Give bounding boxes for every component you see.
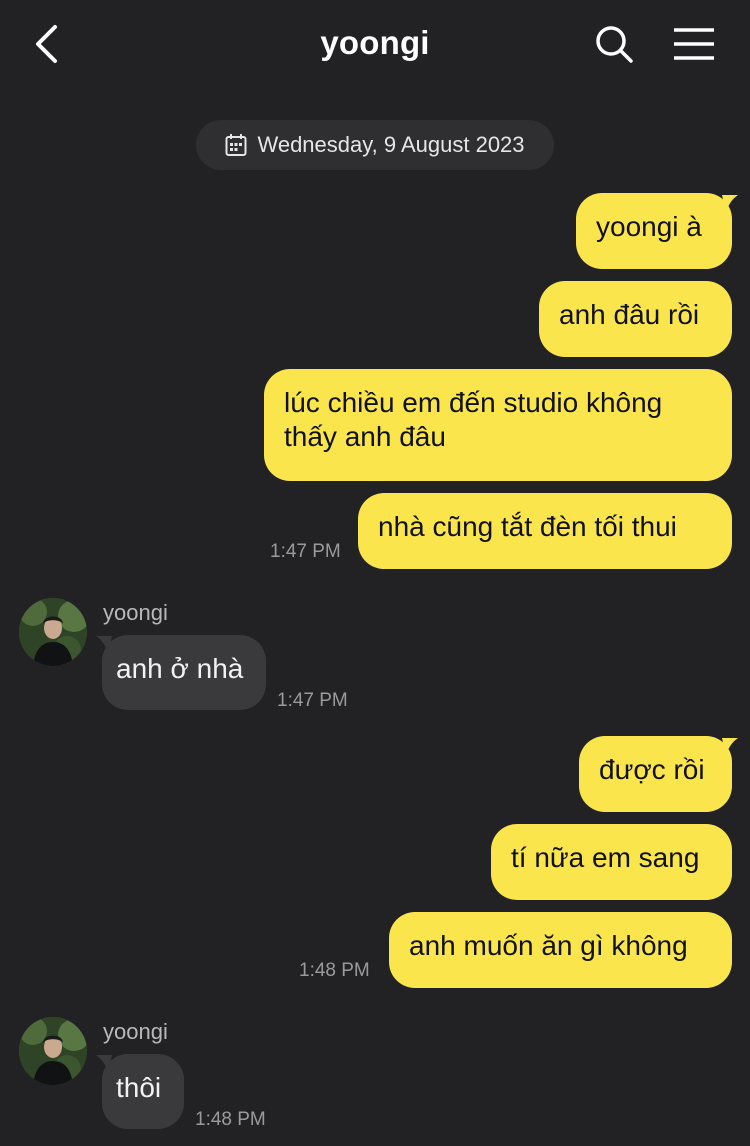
sent-message[interactable]: anh đâu rồi — [539, 281, 732, 357]
date-divider: Wednesday, 9 August 2023 — [196, 120, 554, 170]
menu-button[interactable] — [670, 22, 718, 66]
message-timestamp: 1:47 PM — [277, 690, 348, 711]
chat-title: yoongi — [320, 24, 430, 61]
profile-photo — [19, 598, 87, 666]
sent-message[interactable]: lúc chiều em đến studio không thấy anh đ… — [264, 369, 732, 481]
search-icon — [596, 26, 633, 63]
received-message[interactable]: anh ở nhà — [102, 635, 266, 710]
profile-photo — [19, 1017, 87, 1085]
avatar[interactable] — [19, 598, 87, 666]
sender-name: yoongi — [103, 600, 168, 625]
received-message[interactable]: thôi — [102, 1054, 184, 1129]
calendar-icon — [225, 134, 247, 156]
message-timestamp: 1:48 PM — [299, 960, 370, 981]
date-label: Wednesday, 9 August 2023 — [257, 132, 525, 157]
sent-message[interactable]: nhà cũng tắt đèn tối thui — [358, 493, 732, 569]
hamburger-menu-icon — [674, 28, 714, 60]
sent-message[interactable]: tí nữa em sang — [491, 824, 732, 900]
sender-name: yoongi — [103, 1019, 168, 1044]
message-timestamp: 1:47 PM — [270, 541, 341, 562]
chat-header: yoongi — [0, 0, 750, 90]
sent-message[interactable]: được rồi — [579, 736, 732, 812]
message-timestamp: 1:48 PM — [195, 1109, 266, 1130]
avatar[interactable] — [19, 1017, 87, 1085]
sent-message[interactable]: anh muốn ăn gì không — [389, 912, 732, 988]
sent-message[interactable]: yoongi à — [576, 193, 732, 269]
search-button[interactable] — [592, 22, 636, 66]
